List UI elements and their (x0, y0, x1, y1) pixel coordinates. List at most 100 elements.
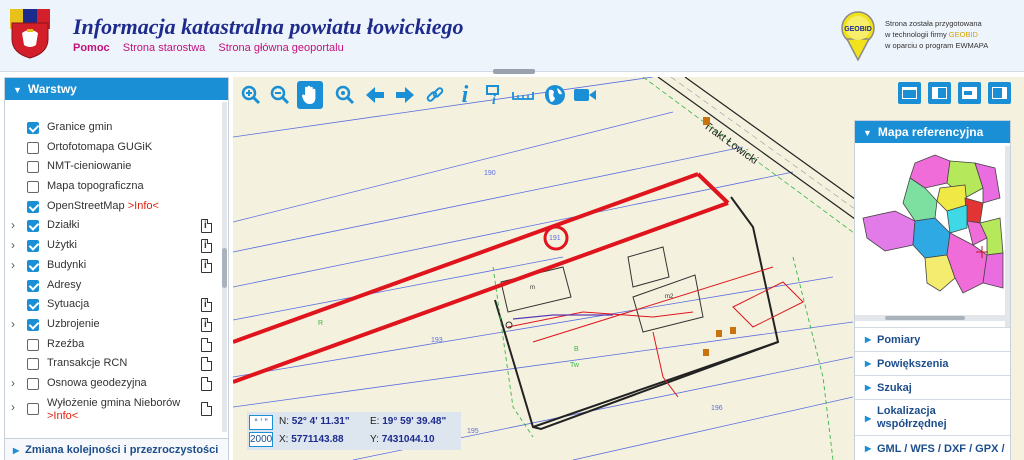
layer-checkbox[interactable] (27, 200, 39, 213)
layer-checkbox[interactable] (27, 122, 39, 134)
chevron-right-icon[interactable]: › (11, 315, 15, 335)
camera-icon[interactable] (572, 81, 598, 109)
layer-doc-icon[interactable] (201, 357, 212, 372)
layer-checkbox[interactable] (27, 338, 39, 351)
section-szukaj[interactable]: ▶ Szukaj (855, 375, 1010, 399)
layer-checkbox[interactable] (27, 141, 39, 154)
building-label-m2: m2 (665, 294, 674, 300)
layer-row[interactable]: OpenStreetMap >Info< (5, 197, 223, 217)
layer-row[interactable]: Ortofotomapa GUGiK (5, 138, 223, 158)
layer-checkbox[interactable] (27, 220, 39, 233)
layers-panel-header[interactable]: ▼ Warstwy (5, 78, 228, 100)
zoom-in-icon[interactable] (238, 81, 264, 109)
layer-checkbox[interactable] (27, 279, 39, 292)
layer-info-link[interactable]: >Info< (47, 410, 78, 422)
forward-arrow-icon[interactable] (392, 81, 418, 109)
parcel-label-190: 190 (484, 170, 496, 177)
page-title: Informacja katastralna powiatu łowickieg… (73, 14, 464, 39)
layer-checkbox[interactable] (27, 377, 39, 390)
section-export[interactable]: ▶ GML / WFS / DXF / GPX / (855, 435, 1010, 460)
caret-down-icon: ▼ (863, 128, 872, 138)
layer-checkbox[interactable] (27, 299, 39, 312)
layer-row[interactable]: Mapa topograficzna (5, 177, 223, 197)
lat-readout: N: 52° 4' 11.31" (279, 416, 350, 427)
layer-info-doc-icon[interactable] (201, 298, 212, 313)
format-crs-button[interactable]: 2000 (249, 432, 273, 447)
layers-panel: ▼ Warstwy Granice gmin Ortofotomapa GUGiK N… (4, 77, 229, 460)
layer-checkbox[interactable] (27, 259, 39, 272)
parcel-label-191: 191 (549, 235, 561, 242)
layer-row[interactable]: Transakcje RCN (5, 354, 223, 374)
layer-row[interactable]: NMT-cieniowanie (5, 157, 223, 177)
zoom-box-icon[interactable] (332, 81, 358, 109)
info-icon[interactable]: i (452, 81, 478, 109)
layer-row[interactable]: Sytuacja (5, 295, 223, 315)
top-links: Pomoc Strona starostwa Strona główna geo… (73, 42, 354, 54)
layer-doc-icon[interactable] (201, 401, 212, 416)
layout-left-icon[interactable] (928, 82, 951, 104)
reference-panel-title: Mapa referencyjna (877, 125, 984, 139)
section-pomiary[interactable]: ▶ Pomiary (855, 327, 1010, 351)
layer-doc-icon[interactable] (201, 376, 212, 391)
map-view[interactable]: Trakt Łowicki 190 191 193 196 195 R B Tw… (233, 77, 1024, 460)
pan-hand-icon[interactable] (297, 81, 323, 109)
section-lokalizacja[interactable]: ▶ Lokalizacja współrzędnej (855, 399, 1010, 435)
layer-row[interactable]: Adresy (5, 276, 223, 296)
geobid-brand[interactable]: GEOBID (949, 30, 978, 39)
layer-info-link[interactable]: >Info< (128, 200, 159, 212)
layer-row[interactable]: › Uzbrojenie (5, 315, 223, 335)
link-county-site[interactable]: Strona starostwa (123, 42, 206, 54)
layer-info-doc-icon[interactable] (201, 239, 212, 254)
layer-label: Wyłożenie gmina Nieborów >Info< (47, 396, 181, 422)
layer-label: Transakcje RCN (47, 357, 128, 370)
layer-checkbox[interactable] (27, 161, 39, 174)
caret-right-icon: ▶ (865, 383, 872, 392)
format-dms-button[interactable]: ° ' " (249, 415, 273, 430)
order-transparency-section[interactable]: ▶ Zmiana kolejności i przezroczystości (5, 438, 228, 460)
layout-right-panel-icon[interactable] (988, 82, 1011, 104)
reference-map[interactable] (855, 143, 1010, 311)
layer-checkbox[interactable] (27, 402, 39, 415)
layer-row[interactable]: › Użytki (5, 236, 223, 256)
chevron-right-icon[interactable]: › (11, 256, 15, 276)
reference-panel-header[interactable]: ▼ Mapa referencyjna (855, 121, 1010, 143)
chevron-right-icon[interactable]: › (11, 400, 15, 414)
y-readout: Y: 7431044.10 (370, 434, 435, 445)
measure-icon[interactable] (510, 81, 536, 109)
layer-checkbox[interactable] (27, 240, 39, 253)
zoom-out-icon[interactable] (267, 81, 293, 109)
layer-row[interactable]: › Osnowa geodezyjna (5, 374, 223, 394)
caret-down-icon: ▼ (13, 85, 22, 95)
caret-right-icon: ▶ (865, 444, 872, 453)
layout-full-icon[interactable] (898, 82, 921, 104)
layer-row[interactable]: Granice gmin (5, 118, 223, 138)
query-icon[interactable]: i (480, 81, 506, 109)
layer-row[interactable]: Rzeźba (5, 335, 223, 355)
link-geoportal-home[interactable]: Strona główna geoportalu (218, 42, 343, 54)
reference-map-scrollbar[interactable] (855, 315, 1010, 321)
section-powiekszenia[interactable]: ▶ Powiększenia (855, 351, 1010, 375)
layer-checkbox[interactable] (27, 318, 39, 331)
back-arrow-icon[interactable] (362, 81, 388, 109)
layer-checkbox[interactable] (27, 358, 39, 371)
layer-checkbox[interactable] (27, 181, 39, 194)
layer-doc-icon[interactable] (201, 337, 212, 352)
layout-right-arrow-icon[interactable] (958, 82, 981, 104)
layer-row[interactable]: › Działki (5, 216, 223, 236)
layer-info-doc-icon[interactable] (201, 317, 212, 332)
header-resize-grip[interactable] (493, 69, 535, 74)
link-icon[interactable] (422, 81, 448, 109)
layer-info-doc-icon[interactable] (201, 219, 212, 234)
layer-info-doc-icon[interactable] (201, 258, 212, 273)
globe-icon[interactable] (542, 81, 568, 109)
app-window: Informacja katastralna powiatu łowickieg… (0, 0, 1024, 460)
chevron-right-icon[interactable]: › (11, 236, 15, 256)
link-help[interactable]: Pomoc (73, 42, 110, 54)
site-header: Informacja katastralna powiatu łowickieg… (0, 0, 1024, 74)
layers-scrollbar-thumb[interactable] (222, 248, 227, 288)
chevron-right-icon[interactable]: › (11, 216, 15, 236)
layer-row[interactable]: › Wyłożenie gmina Nieborów >Info< (5, 394, 223, 426)
chevron-right-icon[interactable]: › (11, 374, 15, 394)
geobid-logo[interactable]: GEOBID (839, 11, 877, 61)
layer-row[interactable]: › Budynki (5, 256, 223, 276)
